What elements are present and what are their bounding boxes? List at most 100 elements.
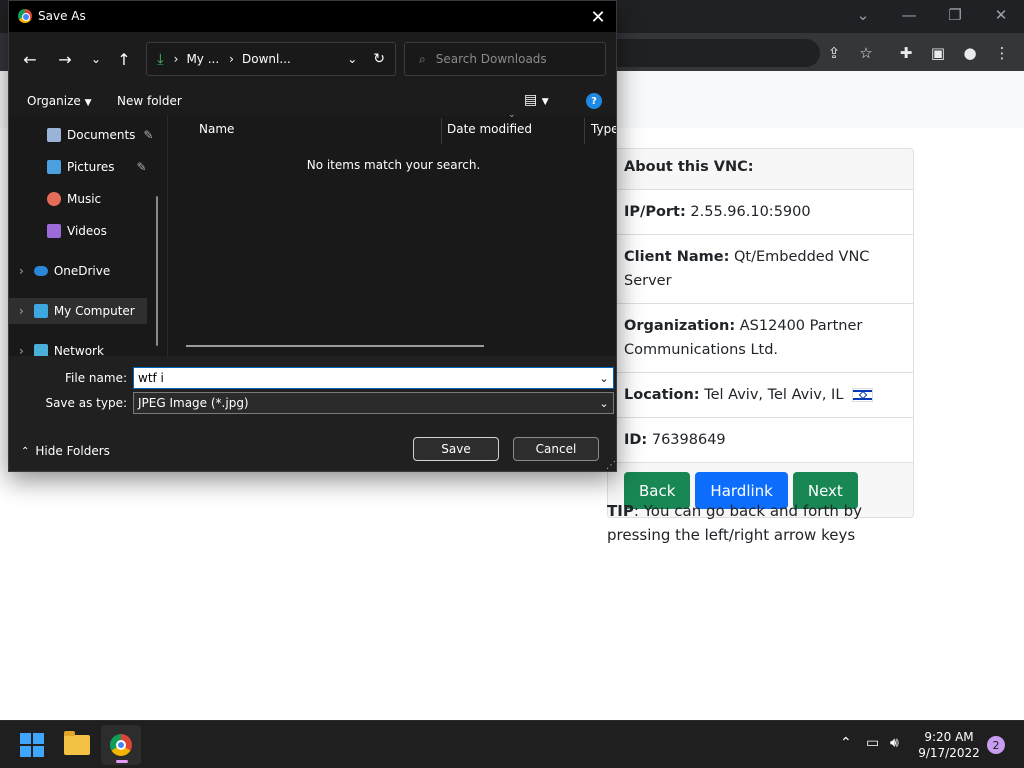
file-name-input[interactable]: wtf i ⌄ (133, 367, 614, 389)
file-name-label: File name: (65, 371, 127, 385)
chevron-down-icon[interactable]: ⌄ (595, 397, 613, 410)
nav-item-pictures[interactable]: Pictures ✎ (9, 154, 159, 180)
column-header-name[interactable]: Name (199, 122, 234, 136)
up-arrow-icon[interactable]: ↑ (111, 46, 137, 72)
dialog-close-icon[interactable]: ✕ (586, 5, 610, 29)
start-button[interactable] (12, 725, 52, 765)
address-dropdown-icon[interactable]: ⌄ (347, 52, 357, 66)
onedrive-cloud-icon (33, 266, 48, 276)
nav-item-label: Videos (67, 224, 107, 238)
search-icon: ⌕ (419, 51, 426, 66)
organize-label: Organize (27, 94, 81, 108)
nav-item-documents[interactable]: Documents ✎ (9, 122, 159, 148)
address-breadcrumb[interactable]: ⤓ › My ... › Downl... ⌄ ↻ (146, 42, 396, 76)
save-button[interactable]: Save (413, 437, 499, 461)
computer-icon (33, 304, 48, 318)
vnc-row-label: ID: (624, 432, 648, 448)
organize-menu[interactable]: Organize ▼ (27, 94, 92, 108)
close-window-icon[interactable]: ✕ (978, 0, 1024, 30)
videos-icon (47, 224, 61, 238)
profile-avatar-icon[interactable]: ● (957, 40, 983, 66)
nav-item-videos[interactable]: Videos (9, 218, 159, 244)
clock-time: 9:20 AM (924, 730, 974, 744)
clock-date: 9/17/2022 (918, 746, 980, 760)
column-separator[interactable] (584, 118, 585, 144)
refresh-icon[interactable]: ↻ (373, 51, 385, 67)
address-bar[interactable] (600, 39, 820, 67)
save-type-label: Save as type: (45, 396, 127, 410)
vnc-row-label: Client Name: (624, 249, 730, 265)
tip-body: : You can go back and forth by pressing … (607, 502, 863, 544)
menu-kebab-icon[interactable]: ⋮ (989, 40, 1015, 66)
side-panel-icon[interactable]: ▣ (925, 40, 951, 66)
column-header-type[interactable]: Type (591, 122, 616, 136)
taskbar-chrome[interactable] (101, 725, 141, 765)
minimize-icon[interactable]: — (886, 0, 932, 30)
pin-icon: ✎ (136, 160, 147, 174)
taskbar: ⌃ ▭ 🔊︎ 9:20 AM 9/17/2022 2 (0, 720, 1024, 768)
breadcrumb-separator-icon: › (173, 52, 179, 66)
nav-item-music[interactable]: Music (9, 186, 159, 212)
volume-icon[interactable]: 🔊︎ (890, 735, 899, 751)
help-icon[interactable]: ? (586, 93, 602, 109)
vnc-row-ip: IP/Port: 2.55.96.10:5900 (608, 190, 913, 235)
vnc-row-label: Organization: (624, 318, 736, 334)
active-indicator (116, 760, 128, 763)
nav-item-label: Pictures (67, 160, 115, 174)
nav-pane-scrollbar[interactable] (156, 196, 158, 346)
show-hidden-icons-chevron-icon[interactable]: ⌃ (840, 735, 852, 751)
taskbar-clock[interactable]: 9:20 AM 9/17/2022 (918, 729, 980, 761)
pin-icon: ✎ (143, 128, 154, 142)
extensions-icon[interactable]: ✚ (893, 40, 919, 66)
pictures-icon (47, 160, 61, 174)
folder-icon (64, 731, 90, 755)
forward-arrow-icon[interactable]: → (52, 46, 78, 72)
dialog-bottom-panel: File name: wtf i ⌄ Save as type: JPEG Im… (9, 356, 616, 471)
search-input[interactable]: ⌕ Search Downloads (404, 42, 606, 76)
save-type-value: JPEG Image (*.jpg) (138, 396, 249, 410)
share-icon[interactable]: ⇪ (821, 40, 847, 66)
column-header-date-modified[interactable]: Date modified (447, 122, 532, 136)
recent-locations-chevron-icon[interactable]: ⌄ (83, 46, 109, 72)
hide-folders-toggle[interactable]: ⌃ Hide Folders (21, 444, 110, 458)
network-status-icon[interactable]: ▭ (866, 735, 879, 751)
chrome-logo-icon (18, 9, 32, 23)
horizontal-scrollbar[interactable] (186, 345, 484, 347)
save-as-dialog: Save As ✕ ← → ⌄ ↑ ⤓ › My ... › Downl... … (8, 0, 617, 472)
nav-item-onedrive[interactable]: › OneDrive (9, 258, 159, 284)
bookmark-star-icon[interactable]: ☆ (853, 40, 879, 66)
notification-badge[interactable]: 2 (987, 736, 1005, 754)
breadcrumb-segment-downloads[interactable]: Downl... (242, 52, 291, 66)
vnc-info-card: About this VNC: IP/Port: 2.55.96.10:5900… (607, 148, 914, 518)
cancel-button[interactable]: Cancel (513, 437, 599, 461)
chevron-right-icon: › (19, 304, 24, 318)
nav-item-label: Documents (67, 128, 136, 142)
new-folder-button[interactable]: New folder (117, 94, 182, 108)
view-options-icon[interactable]: ▤ ▼ (524, 92, 549, 108)
vnc-card-header: About this VNC: (608, 149, 913, 190)
taskbar-file-explorer[interactable] (57, 725, 97, 765)
nav-item-label: My Computer (53, 304, 135, 318)
dialog-title: Save As (38, 9, 86, 23)
tab-search-icon[interactable]: ⌄ (840, 0, 886, 30)
vnc-row-client-name: Client Name: Qt/Embedded VNC Server (608, 235, 913, 304)
back-arrow-icon[interactable]: ← (17, 46, 43, 72)
vnc-row-value: Tel Aviv, Tel Aviv, IL (704, 387, 844, 403)
breadcrumb-segment-my-computer[interactable]: My ... (186, 52, 219, 66)
navigation-pane: Documents ✎ Pictures ✎ Music Videos › On… (9, 116, 167, 358)
vnc-row-value: 76398649 (651, 432, 726, 448)
restore-icon[interactable]: ❐ (932, 0, 978, 30)
search-placeholder: Search Downloads (435, 52, 547, 66)
dialog-titlebar: Save As ✕ (9, 1, 616, 32)
nav-item-my-computer[interactable]: › My Computer (9, 298, 147, 324)
column-separator[interactable] (441, 118, 442, 144)
israel-flag-icon (852, 388, 874, 402)
music-icon (47, 192, 61, 206)
save-type-select[interactable]: JPEG Image (*.jpg) ⌄ (133, 392, 614, 414)
sort-chevron-icon: ⌄ (508, 110, 516, 120)
resize-grip-icon[interactable]: ⋰ (606, 460, 616, 471)
chevron-down-icon[interactable]: ⌄ (595, 372, 613, 385)
navigation-bar: ← → ⌄ ↑ ⤓ › My ... › Downl... ⌄ ↻ ⌕ Sear… (9, 32, 616, 88)
vnc-row-organization: Organization: AS12400 Partner Communicat… (608, 304, 913, 373)
chevron-right-icon: › (19, 264, 24, 278)
